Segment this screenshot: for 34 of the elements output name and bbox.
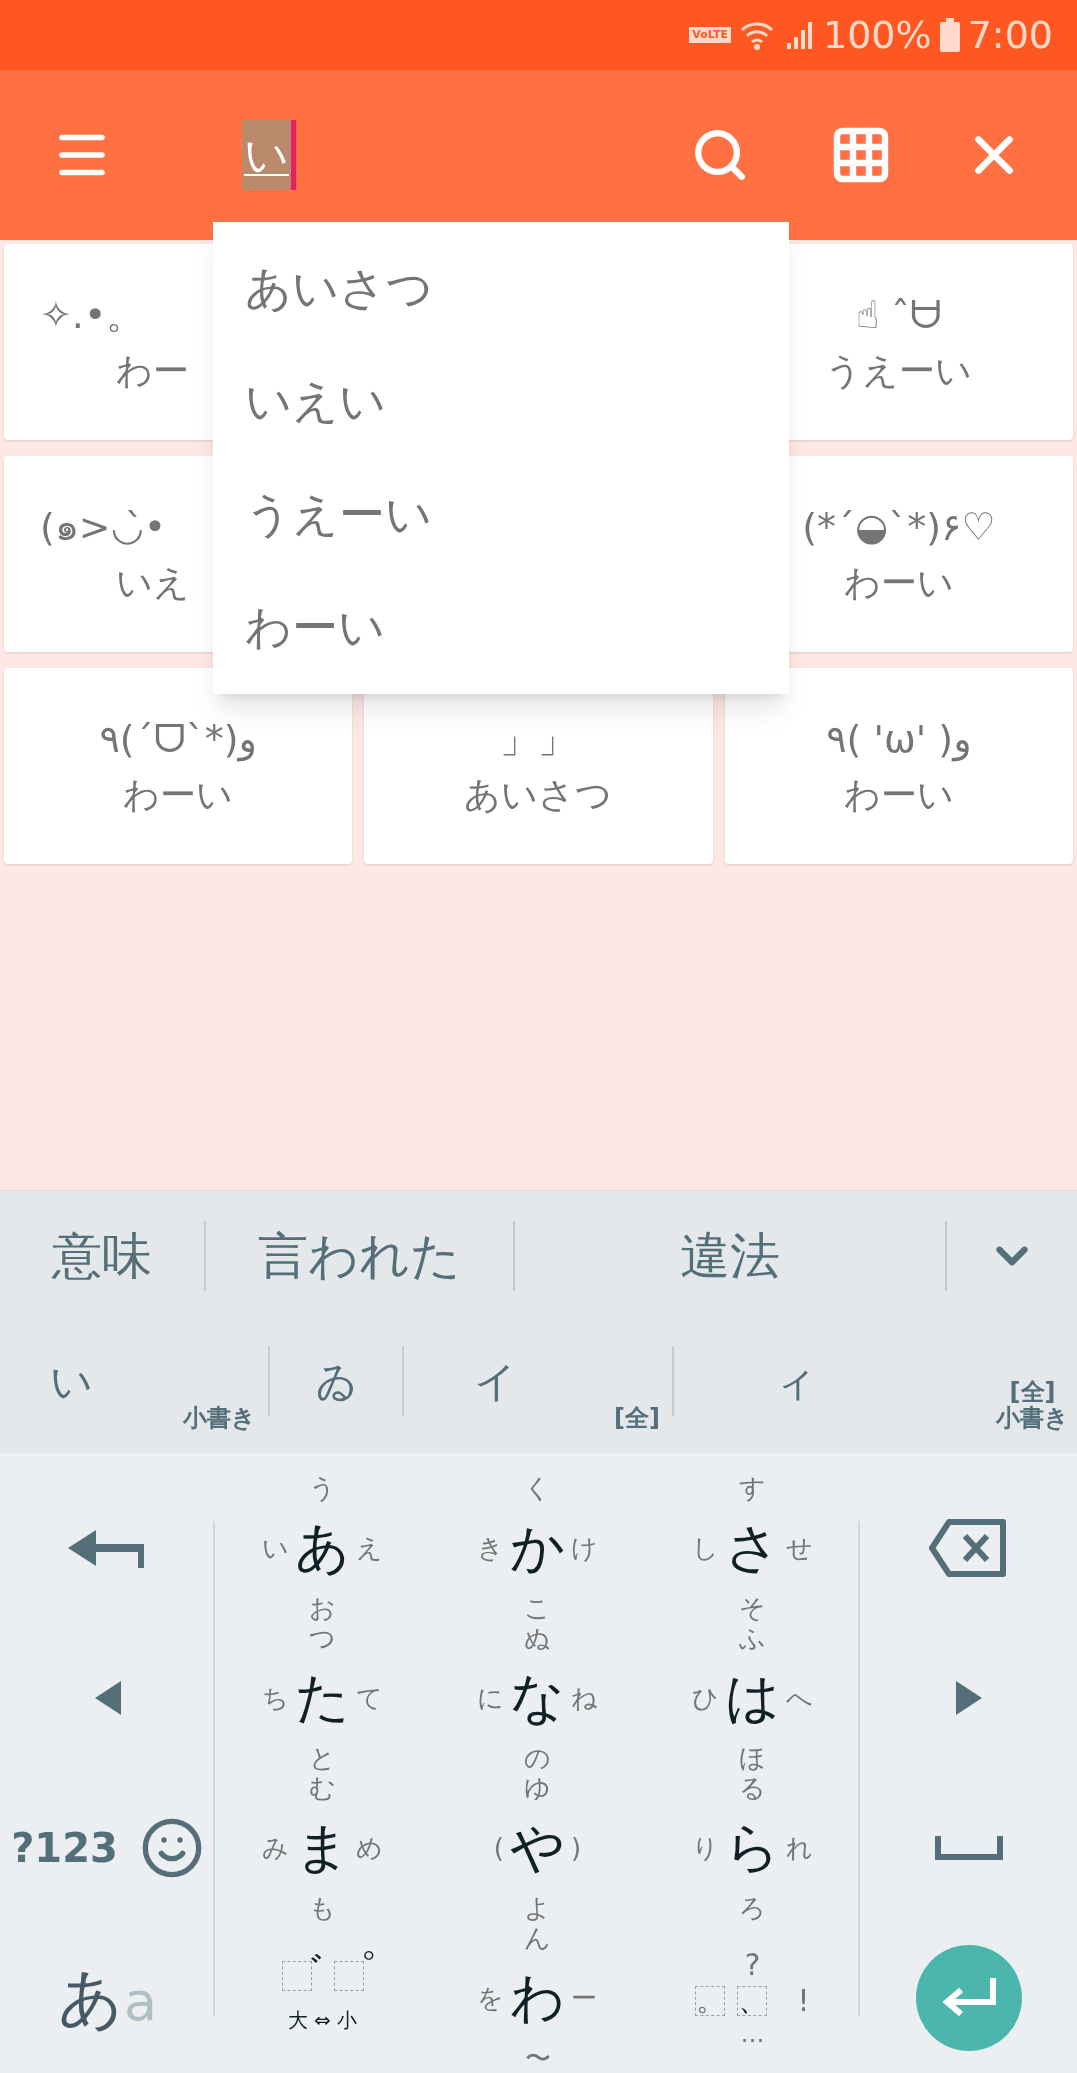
emoticon: (๑>◡̀• <box>39 503 167 551</box>
candidate-word[interactable]: 意味 <box>0 1218 204 1294</box>
variant-key[interactable]: イ [全] <box>404 1331 672 1432</box>
right-triangle-icon[interactable] <box>955 1681 982 1715</box>
emoticon-label: うえーい <box>825 348 973 393</box>
clock: 7:00 <box>967 15 1053 54</box>
battery-icon <box>939 17 960 52</box>
emoticon: ٩( 'ω' )و <box>826 715 972 763</box>
emoticon-label: いえ <box>115 560 190 605</box>
network-badge: VoLTE <box>689 26 731 43</box>
emoticon: ✧.•。 <box>39 291 145 339</box>
left-triangle-icon[interactable] <box>94 1681 121 1715</box>
emoticon-label: わーい <box>843 772 954 817</box>
backspace-icon[interactable] <box>928 1518 1009 1578</box>
punctuation-key[interactable]: ? 。 、 ! … <box>645 1923 860 2073</box>
emoticon-label: あいさつ <box>464 772 613 817</box>
battery-percent: 100% <box>823 15 932 54</box>
emoticon-label: わーい <box>123 772 234 817</box>
dakuten-key[interactable]: ゛゜ 大 ⇔ 小 <box>215 1923 430 2073</box>
emoticon: ☝ ˆᗨ <box>855 291 942 339</box>
emoticon: (*´◒`*)۶♡ <box>802 503 996 551</box>
emoticon-label: わー <box>115 348 189 393</box>
space-icon[interactable] <box>934 1836 1003 1860</box>
candidate-word[interactable]: 違法 <box>515 1218 945 1294</box>
emoticon: ٩(´ᗜ`*)و <box>99 715 257 763</box>
candidate-word[interactable]: 言われた <box>206 1218 513 1294</box>
variant-key[interactable]: ィ [全] 小書き <box>674 1331 1077 1432</box>
emoticon-label: わーい <box>843 560 954 605</box>
variant-key[interactable]: い 小書き <box>0 1331 268 1432</box>
mode-key[interactable]: あa <box>57 1966 158 2030</box>
symbols-key[interactable]: ?123 <box>11 1818 118 1878</box>
kana-key[interactable]: ゆ (や) よ <box>430 1773 645 1923</box>
emoticon: 」」 <box>500 715 577 763</box>
variant-key[interactable]: ゐ <box>270 1331 402 1432</box>
